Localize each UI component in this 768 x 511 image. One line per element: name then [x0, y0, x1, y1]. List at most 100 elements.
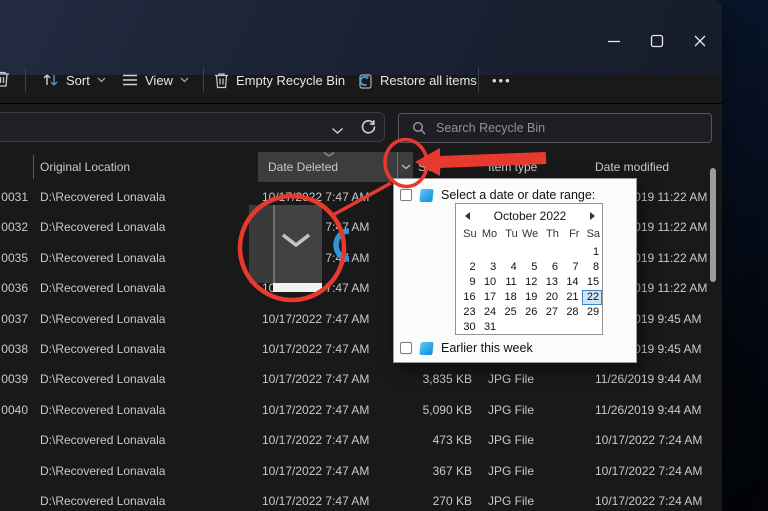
minimize-button[interactable]: [606, 33, 622, 49]
see-more-button[interactable]: •••: [488, 66, 516, 94]
cell-date-deleted: 10/17/2022 7:47 AM: [262, 304, 369, 334]
restore-all-items-button[interactable]: Restore all items: [352, 66, 481, 94]
refresh-button[interactable]: [360, 118, 377, 140]
sort-arrows-icon: [42, 72, 59, 88]
sort-label: Sort: [66, 73, 90, 88]
calendar-day[interactable]: 15: [582, 275, 603, 290]
calendar-day[interactable]: 1: [582, 245, 603, 260]
close-button[interactable]: [692, 33, 708, 49]
calendar-day[interactable]: 9: [458, 275, 479, 290]
calendar-day-header: Su: [458, 228, 479, 240]
empty-recycle-bin-label: Empty Recycle Bin: [236, 73, 345, 88]
address-bar[interactable]: [0, 112, 385, 142]
file-row[interactable]: 0039D:\Recovered Lonavala10/17/2022 7:47…: [0, 364, 722, 394]
calendar-day[interactable]: 19: [520, 290, 541, 305]
magnified-chevron-icon: [281, 231, 311, 249]
cell-date-modified: 11/26/2019 9:44 AM: [595, 395, 702, 425]
calendar-day-header: We: [520, 228, 541, 240]
calendar-day[interactable]: 29: [582, 305, 603, 320]
trash-icon: [0, 70, 10, 88]
filter-option-date-range[interactable]: Select a date or date range:: [400, 186, 630, 204]
calendar-day[interactable]: 23: [458, 305, 479, 320]
cell-date-deleted: 10/17/2022 7:47 AM: [262, 456, 369, 486]
calendar-grid: 1234567891011121314151617181920212223242…: [458, 245, 602, 335]
calendar-month-title[interactable]: October 2022: [470, 209, 590, 223]
calendar-day[interactable]: 18: [499, 290, 520, 305]
filter-option-label: Select a date or date range:: [441, 188, 595, 202]
calendar-day[interactable]: 14: [561, 275, 582, 290]
view-button[interactable]: View: [118, 66, 193, 94]
calendar-day[interactable]: 11: [499, 275, 520, 290]
empty-recycle-bin-button[interactable]: Empty Recycle Bin: [210, 66, 349, 94]
calendar-day[interactable]: 13: [540, 275, 561, 290]
calendar-day-empty: [561, 320, 582, 335]
chevron-down-icon: [331, 127, 344, 135]
calendar-day[interactable]: 3: [479, 260, 500, 275]
file-row[interactable]: 0040D:\Recovered Lonavala10/17/2022 7:47…: [0, 395, 722, 425]
calendar-day[interactable]: 17: [479, 290, 500, 305]
calendar-day[interactable]: 2: [458, 260, 479, 275]
file-row[interactable]: D:\Recovered Lonavala10/17/2022 7:47 AM4…: [0, 425, 722, 455]
file-name-fragment: 0037: [0, 304, 28, 334]
sort-button[interactable]: Sort: [38, 66, 110, 94]
address-dropdown-button[interactable]: [331, 122, 344, 140]
date-group-icon: [419, 342, 433, 355]
search-icon: [412, 121, 426, 135]
cell-item-type: JPG File: [488, 364, 534, 394]
cell-original-location: D:\Recovered Lonavala: [40, 212, 165, 242]
file-name-fragment: 0039: [0, 364, 28, 394]
calendar-day[interactable]: 28: [561, 305, 582, 320]
calendar-day[interactable]: 12: [520, 275, 541, 290]
calendar-day[interactable]: 20: [540, 290, 561, 305]
calendar-day[interactable]: 25: [499, 305, 520, 320]
calendar-day[interactable]: 24: [479, 305, 500, 320]
header-original-location[interactable]: Original Location: [40, 152, 130, 182]
cell-original-location: D:\Recovered Lonavala: [40, 364, 165, 394]
calendar-day-header: Mo: [479, 228, 500, 240]
maximize-icon: [649, 33, 665, 49]
search-input[interactable]: Search Recycle Bin: [398, 113, 712, 143]
date-group-icon: [419, 189, 433, 202]
cell-size: 367 KB: [396, 456, 472, 486]
toolbar-separator: [25, 68, 26, 92]
calendar-day[interactable]: 16: [458, 290, 479, 305]
file-name-fragment: 0032: [0, 212, 28, 242]
minimize-icon: [606, 33, 622, 49]
calendar-next-icon[interactable]: [590, 212, 595, 220]
calendar-day[interactable]: 5: [520, 260, 541, 275]
filter-option-earlier-this-week[interactable]: Earlier this week: [400, 339, 630, 357]
calendar-day[interactable]: 30: [458, 320, 479, 335]
checkbox[interactable]: [400, 342, 412, 354]
maximize-button[interactable]: [649, 33, 665, 49]
delete-button-partial[interactable]: [0, 70, 10, 93]
calendar-day-empty: [520, 320, 541, 335]
calendar-day[interactable]: 7: [561, 260, 582, 275]
file-name-fragment: 0040: [0, 395, 28, 425]
calendar-day[interactable]: 6: [540, 260, 561, 275]
calendar-day[interactable]: 4: [499, 260, 520, 275]
calendar-day-empty: [499, 245, 520, 260]
file-row[interactable]: D:\Recovered Lonavala10/17/2022 7:47 AM3…: [0, 456, 722, 486]
calendar-day[interactable]: 26: [520, 305, 541, 320]
cell-original-location: D:\Recovered Lonavala: [40, 486, 165, 511]
calendar-day-empty: [540, 245, 561, 260]
calendar-day[interactable]: 21: [561, 290, 582, 305]
filter-chevron-icon: [401, 164, 411, 170]
checkbox[interactable]: [400, 189, 412, 201]
calendar-day[interactable]: 10: [479, 275, 500, 290]
close-icon: [692, 33, 708, 49]
calendar-day[interactable]: 27: [540, 305, 561, 320]
calendar-day-selected[interactable]: 22: [582, 290, 603, 305]
calendar-day[interactable]: 8: [582, 260, 603, 275]
view-list-icon: [122, 73, 138, 87]
calendar-day-empty: [520, 245, 541, 260]
magnified-header-cell: [249, 205, 273, 283]
calendar-day[interactable]: 31: [479, 320, 500, 335]
vertical-scrollbar-thumb[interactable]: [710, 168, 716, 282]
file-row[interactable]: D:\Recovered Lonavala10/17/2022 7:47 AM2…: [0, 486, 722, 511]
toolbar-separator: [203, 68, 204, 92]
calendar-day-headers: SuMoTuWeThFrSa: [458, 228, 602, 240]
cell-original-location: D:\Recovered Lonavala: [40, 425, 165, 455]
calendar-day-header: Th: [540, 228, 561, 240]
cell-date-modified: 11/26/2019 9:44 AM: [595, 364, 702, 394]
